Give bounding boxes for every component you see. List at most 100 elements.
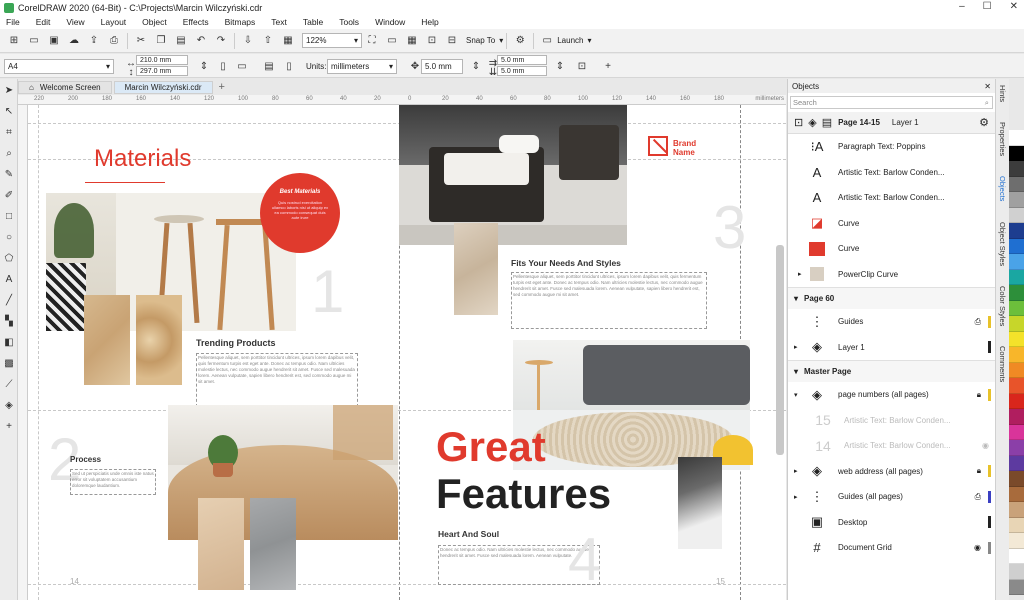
- menu-text[interactable]: Text: [271, 17, 287, 27]
- color-swatch[interactable]: [1009, 192, 1024, 208]
- collapse-arrow-icon[interactable]: ▾: [794, 294, 798, 303]
- object-row-guides[interactable]: ⋮ Guides ⎙: [788, 309, 995, 335]
- object-row-artistic-text[interactable]: A Artistic Text: Barlow Conden...: [788, 160, 995, 186]
- full-screen-icon[interactable]: ⛶: [364, 33, 380, 49]
- color-swatch[interactable]: [1009, 502, 1024, 518]
- shape-tool-icon[interactable]: ↖: [2, 104, 16, 118]
- spinner-icon[interactable]: ⇕: [552, 58, 568, 74]
- artistic-media-icon[interactable]: ✐: [2, 188, 16, 202]
- color-swatch[interactable]: [1009, 130, 1024, 146]
- publish-pdf-icon[interactable]: ▦: [280, 33, 296, 49]
- connector-tool-icon[interactable]: ╱: [2, 293, 16, 307]
- collapse-arrow-icon[interactable]: ▾: [794, 391, 798, 399]
- fits-needs-text[interactable]: Pellentesque aliquet, sem porttitor tinc…: [511, 272, 707, 329]
- eye-icon[interactable]: ◉: [974, 543, 981, 552]
- page-width-field[interactable]: 210.0 mm: [136, 55, 188, 65]
- page-range-label[interactable]: Page 14-15: [838, 118, 880, 127]
- color-swatch[interactable]: [1009, 409, 1024, 425]
- snap-icon[interactable]: ⊟: [444, 33, 460, 49]
- page-number-right[interactable]: 15: [716, 577, 725, 586]
- color-swatch[interactable]: [1009, 471, 1024, 487]
- cloud-save-icon[interactable]: ☁: [66, 33, 82, 49]
- color-swatch[interactable]: [1009, 347, 1024, 363]
- color-swatch[interactable]: [1009, 238, 1024, 254]
- menu-window[interactable]: Window: [375, 17, 405, 27]
- color-swatch[interactable]: [1009, 161, 1024, 177]
- object-row-desktop[interactable]: ▣ Desktop: [788, 510, 995, 536]
- menu-bitmaps[interactable]: Bitmaps: [225, 17, 256, 27]
- color-swatch[interactable]: [1009, 254, 1024, 270]
- ellipse-tool-icon[interactable]: ○: [2, 230, 16, 244]
- expand-arrow-icon[interactable]: ▸: [794, 467, 798, 475]
- color-swatch[interactable]: [1009, 145, 1024, 161]
- duplicate-y-field[interactable]: 5.0 mm: [497, 66, 547, 76]
- zoom-level-field[interactable]: 122% ▾: [302, 33, 362, 48]
- tab-color-styles[interactable]: Color Styles: [998, 286, 1007, 326]
- landscape-icon[interactable]: ▭: [234, 58, 250, 74]
- lock-icon[interactable]: 🔒︎: [977, 390, 981, 400]
- units-select[interactable]: millimeters ▾: [327, 59, 397, 74]
- launch-icon[interactable]: ▭: [539, 33, 555, 49]
- tab-document[interactable]: Marcin Wilczyński.cdr: [113, 80, 213, 94]
- expand-arrow-icon[interactable]: ▸: [794, 493, 798, 501]
- color-swatch[interactable]: [1009, 455, 1024, 471]
- add-tab-icon[interactable]: +: [219, 81, 225, 93]
- drawing-canvas[interactable]: Materials Best Materials Quis nostrud ex…: [28, 105, 786, 600]
- process-text[interactable]: Sed ut perspiciatis unde omnis iste natu…: [70, 469, 156, 495]
- close-button[interactable]: ✕: [1010, 1, 1018, 12]
- wood-swatch-1[interactable]: [84, 295, 130, 385]
- page-icon[interactable]: ▤: [822, 116, 832, 129]
- cut-icon[interactable]: ✂: [133, 33, 149, 49]
- wood-swatch-2[interactable]: [136, 295, 182, 385]
- color-swatch[interactable]: [1009, 393, 1024, 409]
- menu-help[interactable]: Help: [421, 17, 438, 27]
- color-swatch[interactable]: [1009, 440, 1024, 456]
- portrait-icon[interactable]: ▯: [215, 58, 231, 74]
- nudge-distance-field[interactable]: 5.0 mm: [421, 59, 463, 74]
- tab-objects[interactable]: Objects: [998, 176, 1007, 201]
- big-page-number-4[interactable]: 4: [568, 525, 601, 594]
- active-layer-label[interactable]: Layer 1: [892, 118, 919, 127]
- object-row-ghost-text[interactable]: 15 Artistic Text: Barlow Conden...: [788, 408, 995, 434]
- tab-properties[interactable]: Properties: [998, 122, 1007, 156]
- color-swatch[interactable]: [1009, 362, 1024, 378]
- canvas-scrollbar-thumb[interactable]: [776, 245, 784, 455]
- object-row-layer1[interactable]: ▸ ◈ Layer 1: [788, 335, 995, 361]
- page-number-left[interactable]: 14: [70, 577, 79, 586]
- page-height-field[interactable]: 297.0 mm: [136, 66, 188, 76]
- sofa-photo[interactable]: [513, 340, 753, 470]
- object-row-ghost-text[interactable]: 14 Artistic Text: Barlow Conden... ◉: [788, 433, 995, 459]
- heart-soul-title[interactable]: Heart And Soul: [438, 529, 499, 539]
- launch-dropdown[interactable]: Launch: [557, 36, 583, 45]
- close-icon[interactable]: ✕: [984, 82, 991, 91]
- show-rulers-icon[interactable]: ▭: [384, 33, 400, 49]
- add-icon[interactable]: +: [600, 58, 616, 74]
- color-swatch[interactable]: [1009, 316, 1024, 332]
- object-row-powerclip[interactable]: ▸ PowerClip Curve: [788, 262, 995, 288]
- concrete-swatch[interactable]: [678, 457, 722, 549]
- color-swatch[interactable]: [1009, 564, 1024, 580]
- trending-products-text[interactable]: Pellentesque aliquet, sem porttitor tinc…: [196, 353, 358, 407]
- add-tool-icon[interactable]: +: [2, 419, 16, 433]
- horizontal-ruler[interactable]: 220 200 180 160 140 120 100 80 60 40 20 0 20 40 60 80 10…: [18, 95, 786, 105]
- minimize-button[interactable]: –: [959, 1, 965, 12]
- color-swatch[interactable]: [1009, 331, 1024, 347]
- new-layer-icon[interactable]: ⊡: [794, 116, 803, 129]
- fits-needs-title[interactable]: Fits Your Needs And Styles: [511, 258, 621, 268]
- color-swatch[interactable]: [1009, 269, 1024, 285]
- polygon-tool-icon[interactable]: ⬠: [2, 251, 16, 265]
- tab-welcome-screen[interactable]: ⌂ Welcome Screen: [18, 80, 112, 94]
- shadow-tool-icon[interactable]: ◧: [2, 335, 16, 349]
- color-swatch[interactable]: [1009, 300, 1024, 316]
- trending-products-title[interactable]: Trending Products: [196, 338, 276, 348]
- color-swatch[interactable]: [1009, 517, 1024, 533]
- fill-tool-icon[interactable]: ◈: [2, 398, 16, 412]
- show-grid-icon[interactable]: ▦: [404, 33, 420, 49]
- color-swatch[interactable]: [1009, 285, 1024, 301]
- stone-swatch[interactable]: [250, 498, 296, 590]
- object-row-document-grid[interactable]: # Document Grid ◉: [788, 535, 995, 561]
- pick-tool-icon[interactable]: ➤: [2, 83, 16, 97]
- master-page-section[interactable]: ▾ Master Page: [788, 360, 995, 382]
- menu-view[interactable]: View: [66, 17, 84, 27]
- wood-swatch-4[interactable]: [454, 223, 498, 315]
